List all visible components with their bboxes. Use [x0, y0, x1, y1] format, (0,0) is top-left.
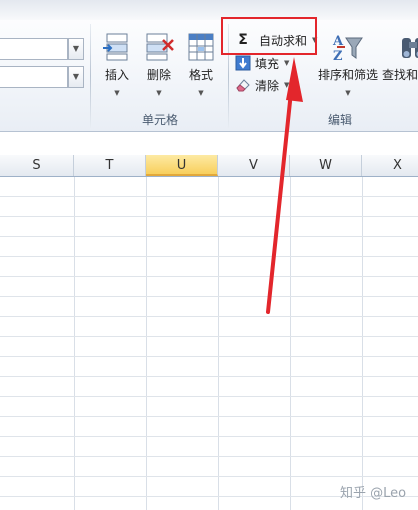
- watermark: 知乎 @Leo: [340, 486, 407, 501]
- annotation-arrow: [266, 57, 303, 314]
